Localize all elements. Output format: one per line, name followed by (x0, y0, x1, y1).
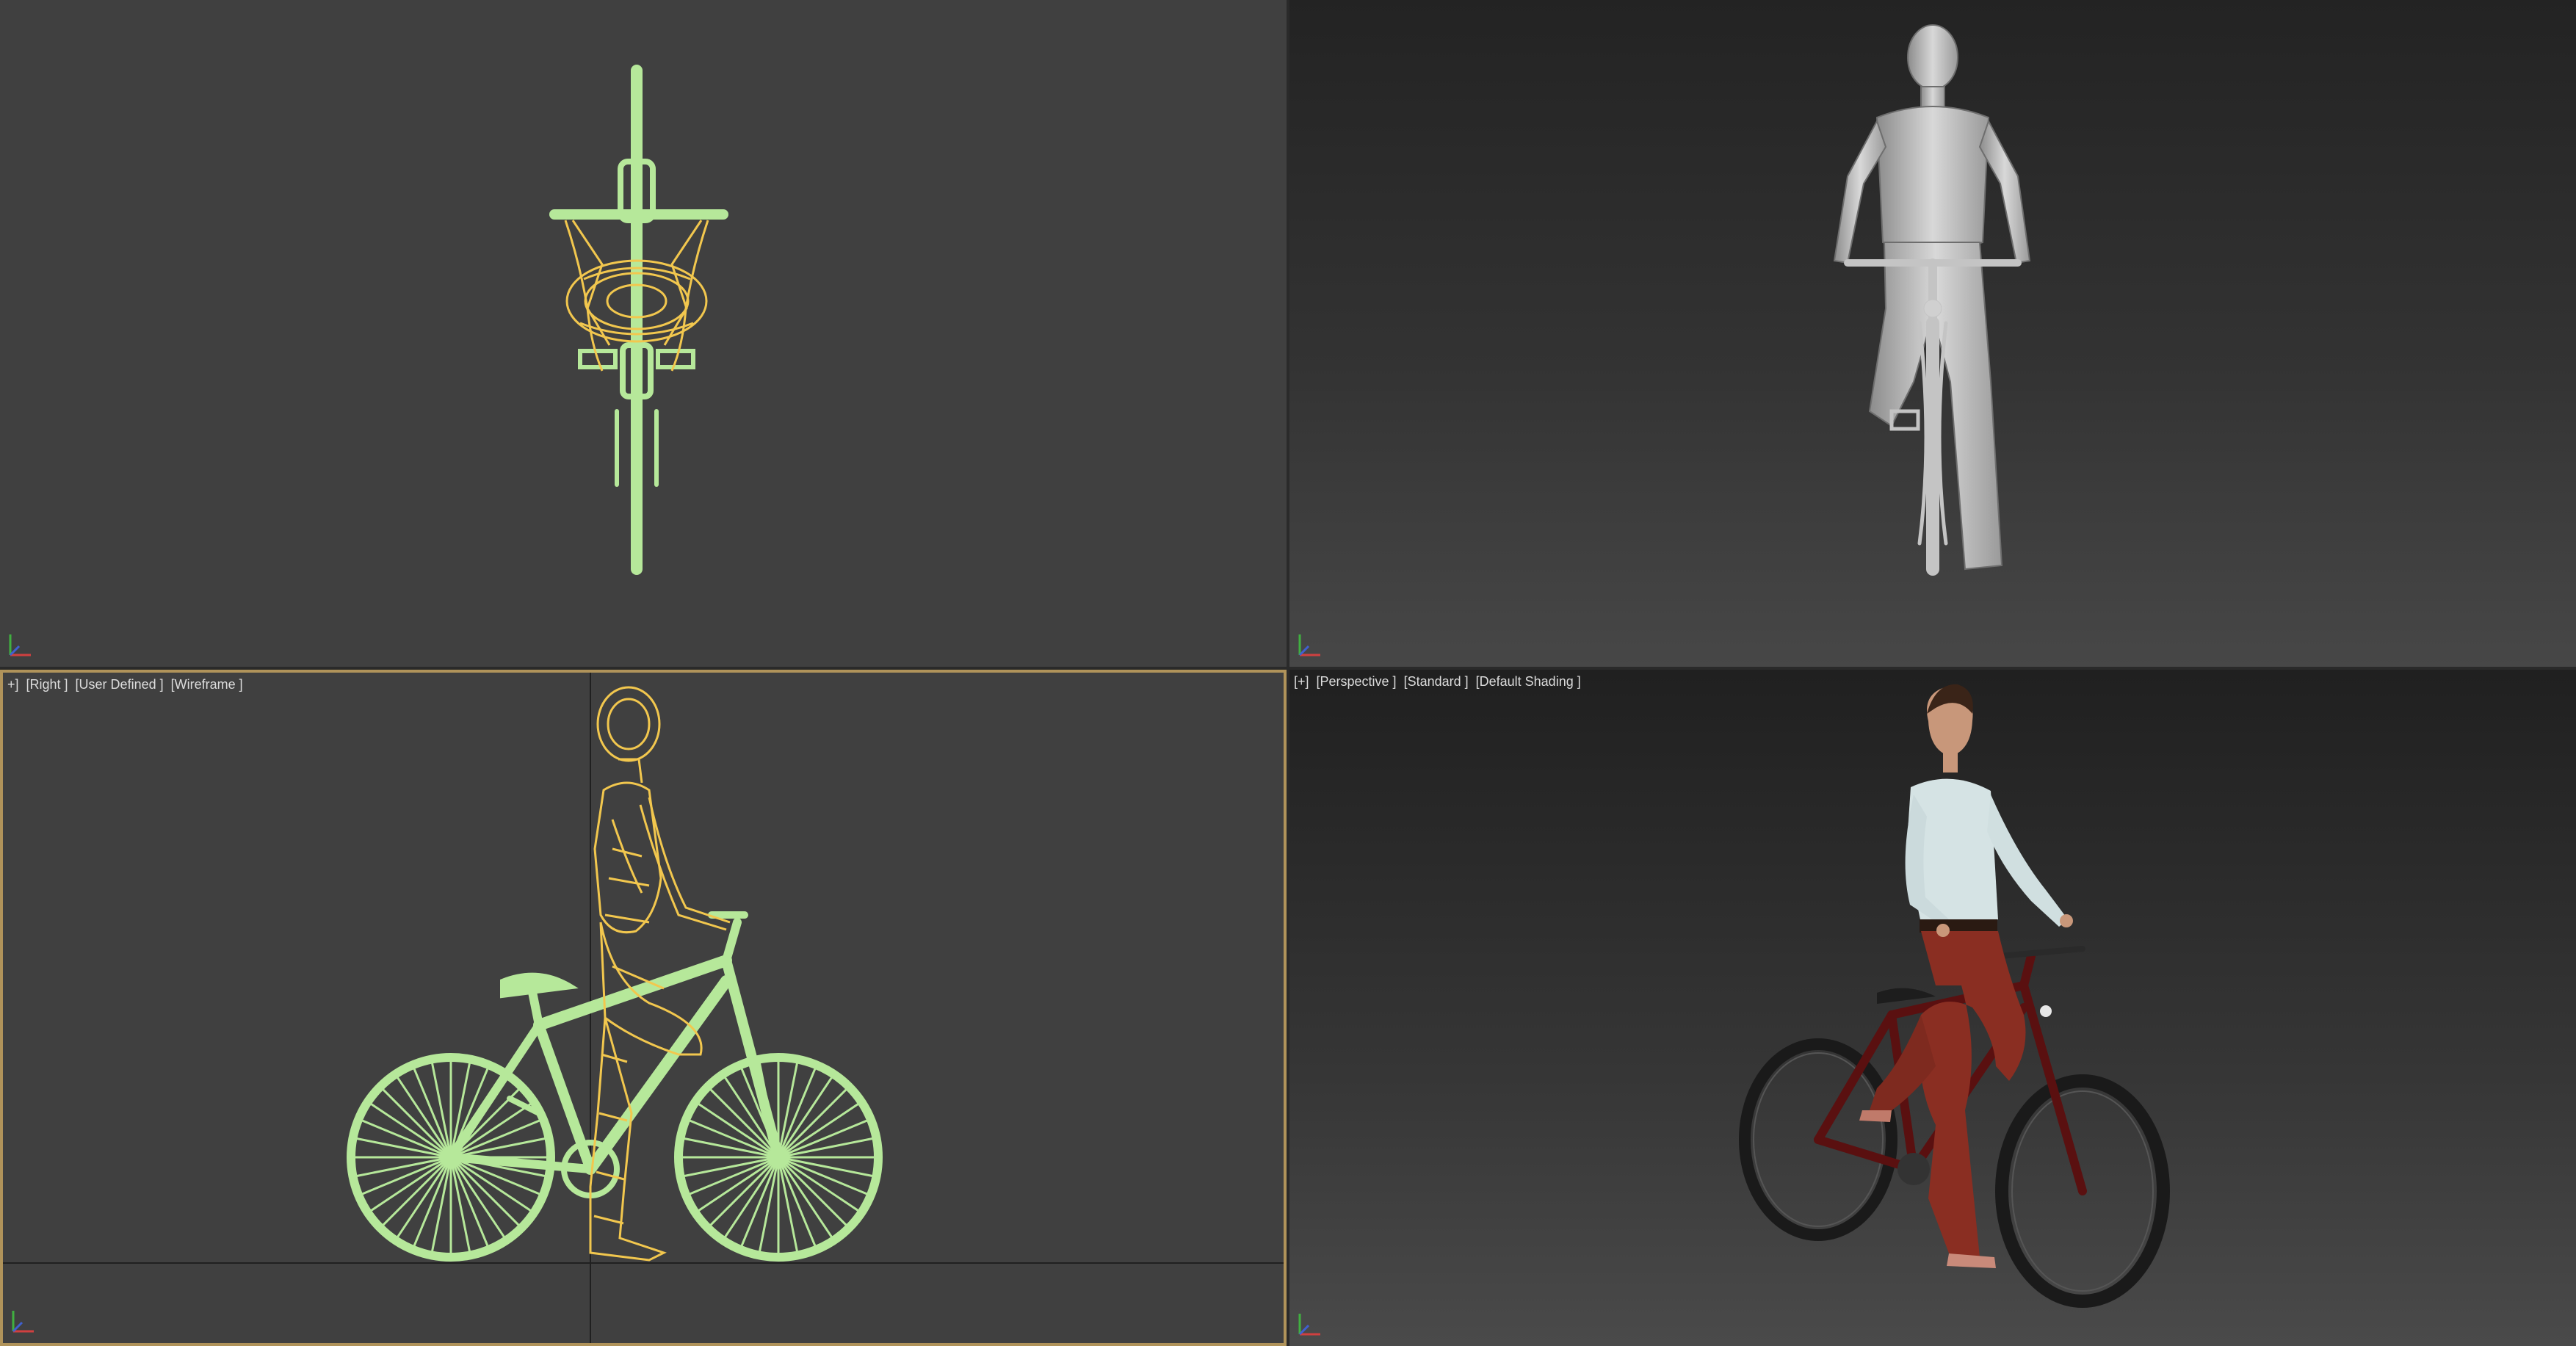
wheel-spoke (382, 1156, 452, 1226)
viewport-top[interactable] (0, 0, 1287, 667)
wheel-spoke (709, 1156, 780, 1226)
front-view-clay (1833, 24, 2031, 576)
quad-viewport-layout: +][Right ][User Defined ][Wireframe ] (0, 0, 2576, 1346)
viewport-front[interactable] (1289, 0, 2576, 667)
viewport-perspective[interactable]: [+] [Perspective ] [Standard ] [Default Sha… (1289, 670, 2576, 1346)
viewport-right[interactable]: +] [Right ] [User Defined ] [Wireframe ] (0, 670, 1287, 1346)
wheel-spoke (777, 1156, 847, 1226)
axis-tripod-icon (1298, 634, 1320, 656)
axis-tripod-icon (1298, 1314, 1320, 1336)
axis-tripod-icon (12, 1311, 34, 1333)
perspective-render (1739, 684, 2170, 1308)
wheel-spoke (449, 1156, 520, 1226)
right-view-wireframe (3, 673, 1284, 1343)
axis-tripod-icon (9, 634, 31, 656)
wheel-spoke (382, 1088, 452, 1159)
top-view-wireframe (549, 65, 728, 575)
wheel-spoke (777, 1088, 847, 1159)
